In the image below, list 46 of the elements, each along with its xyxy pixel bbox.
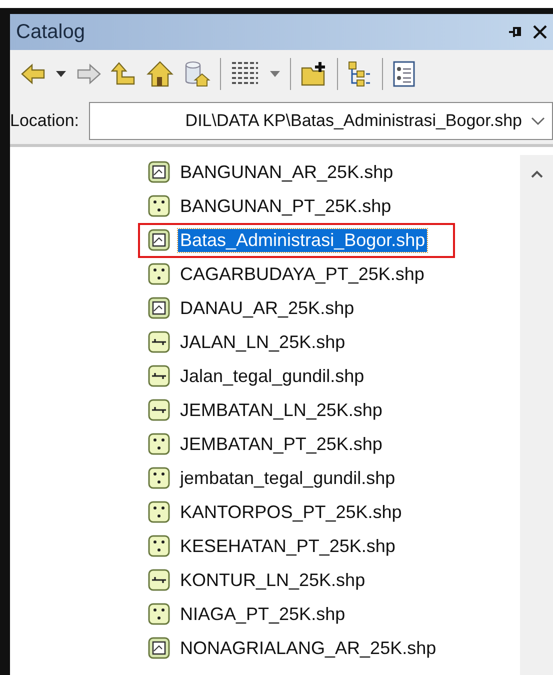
pin-icon[interactable] (507, 24, 523, 40)
point-layer-icon (148, 501, 170, 523)
scrollbar[interactable] (520, 155, 553, 675)
point-layer-icon (148, 433, 170, 455)
database-home-icon[interactable] (183, 60, 211, 88)
up-arrow-icon[interactable] (111, 61, 137, 87)
chevron-down-icon[interactable] (530, 115, 546, 127)
layer-item[interactable]: DANAU_AR_25K.shp (178, 296, 356, 320)
layer-item[interactable]: JEMBATAN_PT_25K.shp (178, 432, 384, 456)
layer-item[interactable]: Batas_Administrasi_Bogor.shp (178, 228, 428, 252)
forward-arrow-icon[interactable] (76, 62, 102, 86)
layer-item[interactable]: NIAGA_PT_25K.shp (178, 602, 348, 626)
window-title: Catalog (16, 20, 86, 44)
layer-item[interactable]: jembatan_tegal_gundil.shp (178, 466, 398, 490)
polygon-layer-icon (148, 297, 170, 319)
layer-item[interactable]: KANTORPOS_PT_25K.shp (178, 500, 404, 524)
line-layer-icon (148, 365, 170, 387)
layer-item[interactable]: BANGUNAN_AR_25K.shp (178, 160, 396, 184)
point-layer-icon (148, 195, 170, 217)
layer-item[interactable]: Jalan_tegal_gundil.shp (178, 364, 366, 388)
layer-item[interactable]: JALAN_LN_25K.shp (178, 330, 348, 354)
location-field[interactable]: DIL\DATA KP\Batas_Administrasi_Bogor.shp (89, 102, 553, 140)
point-layer-icon (148, 603, 170, 625)
polygon-layer-icon (148, 637, 170, 659)
layer-item[interactable]: KONTUR_LN_25K.shp (178, 568, 368, 592)
line-layer-icon (148, 399, 170, 421)
layer-item[interactable]: CAGARBUDAYA_PT_25K.shp (178, 262, 426, 286)
close-icon[interactable] (533, 25, 547, 39)
polygon-layer-icon (148, 161, 170, 183)
layer-item[interactable]: JEMBATAN_LN_25K.shp (178, 398, 384, 422)
back-arrow-icon[interactable] (20, 62, 46, 86)
line-layer-icon (148, 331, 170, 353)
point-layer-icon (148, 535, 170, 557)
location-label: Location: (10, 111, 79, 131)
point-layer-icon (148, 263, 170, 285)
home-icon[interactable] (146, 60, 174, 88)
line-layer-icon (148, 569, 170, 591)
tree-view-icon[interactable] (347, 60, 373, 88)
scroll-up-icon[interactable] (530, 169, 544, 179)
point-layer-icon (148, 467, 170, 489)
layer-item[interactable]: BANGUNAN_PT_25K.shp (178, 194, 394, 218)
list-view-icon[interactable] (392, 60, 416, 88)
polygon-layer-icon (148, 229, 170, 251)
add-folder-icon[interactable] (300, 60, 328, 88)
layer-item[interactable]: KESEHATAN_PT_25K.shp (178, 534, 398, 558)
layer-item[interactable]: NONAGRIALANG_AR_25K.shp (178, 636, 438, 660)
